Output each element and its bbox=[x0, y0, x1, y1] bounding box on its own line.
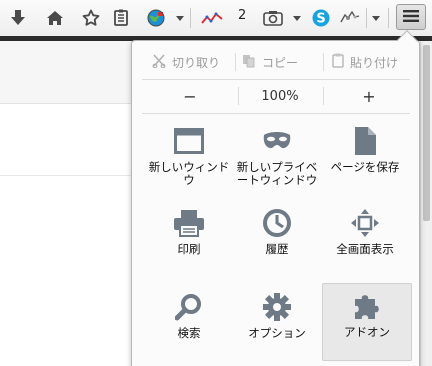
new-window-button[interactable]: 新しいウィンドウ bbox=[145, 119, 233, 195]
open-menu-button[interactable] bbox=[396, 4, 426, 30]
fullscreen-label: 全画面表示 bbox=[336, 243, 394, 256]
globe-addon-dropdown-icon[interactable] bbox=[174, 6, 186, 30]
copy-button[interactable]: コピー bbox=[242, 49, 298, 75]
private-mask-icon bbox=[262, 123, 292, 159]
history-label: 履歴 bbox=[265, 243, 289, 256]
globe-addon-icon[interactable] bbox=[145, 6, 167, 30]
puzzle-icon bbox=[352, 288, 382, 324]
bookmarks-list-icon[interactable] bbox=[111, 6, 131, 30]
search-icon bbox=[175, 289, 203, 325]
paste-label: 貼り付け bbox=[350, 55, 399, 70]
options-button[interactable]: オプション bbox=[233, 285, 321, 361]
find-button[interactable]: 検索 bbox=[145, 285, 233, 361]
camera-dropdown-icon[interactable] bbox=[291, 6, 303, 30]
menu-icon bbox=[403, 8, 419, 27]
save-page-icon bbox=[353, 123, 377, 159]
save-page-label: ページを保存 bbox=[330, 161, 400, 174]
toolbar-separator bbox=[190, 8, 191, 28]
printer-icon bbox=[173, 205, 205, 241]
zoom-out-button[interactable]: − bbox=[142, 83, 238, 109]
home-icon[interactable] bbox=[44, 6, 66, 30]
clock-icon bbox=[262, 205, 292, 241]
camera-icon[interactable] bbox=[262, 6, 284, 30]
new-window-label: 新しいウィンドウ bbox=[148, 161, 230, 187]
toolbar-separator bbox=[388, 8, 389, 28]
fullscreen-button[interactable]: 全画面表示 bbox=[321, 201, 409, 277]
badge-count: 2 bbox=[238, 8, 247, 23]
new-private-window-button[interactable]: 新しいプライベートウィンドウ bbox=[233, 119, 321, 195]
graph-addon-icon[interactable] bbox=[200, 6, 224, 30]
scrollbar-thumb[interactable] bbox=[423, 45, 430, 221]
paste-clipboard-icon bbox=[332, 53, 344, 71]
paste-button[interactable]: 貼り付け bbox=[332, 49, 398, 75]
scissors-icon bbox=[152, 53, 166, 71]
save-page-button[interactable]: ページを保存 bbox=[321, 119, 409, 195]
navigation-toolbar: 2 S bbox=[0, 0, 432, 36]
cut-label: 切り取り bbox=[172, 55, 221, 70]
history-button[interactable]: 履歴 bbox=[233, 201, 321, 277]
find-label: 検索 bbox=[177, 327, 201, 340]
new-private-window-label: 新しいプライベートウィンドウ bbox=[236, 161, 318, 187]
zoom-reset-button[interactable]: 100% bbox=[238, 83, 322, 109]
zoom-controls: − 100% + bbox=[132, 83, 419, 109]
panel-divider bbox=[142, 113, 410, 114]
page-divider bbox=[0, 175, 136, 176]
skype-icon[interactable]: S bbox=[310, 6, 332, 30]
copy-label: コピー bbox=[262, 55, 299, 70]
gear-icon bbox=[262, 289, 292, 325]
fullscreen-icon bbox=[350, 205, 380, 241]
print-label: 印刷 bbox=[177, 243, 201, 256]
page-header-band bbox=[0, 41, 136, 103]
cut-button[interactable]: 切り取り bbox=[152, 49, 220, 75]
overflow-dropdown-icon[interactable] bbox=[370, 6, 382, 30]
addons-button[interactable]: アドオン bbox=[322, 283, 412, 361]
copy-icon bbox=[242, 54, 256, 71]
new-window-icon bbox=[174, 123, 204, 159]
options-label: オプション bbox=[248, 327, 306, 340]
zoom-in-button[interactable]: + bbox=[324, 83, 414, 109]
toolbar-separator bbox=[366, 8, 367, 28]
page-divider bbox=[0, 103, 136, 104]
edit-separator bbox=[323, 53, 324, 71]
puzzle-addon-icon[interactable] bbox=[338, 6, 362, 30]
edit-separator bbox=[235, 53, 236, 71]
panel-divider bbox=[142, 79, 410, 80]
main-menu-panel: 切り取り コピー 貼り付け − 100% + 新しいウィンドウ 新しいプライベー… bbox=[131, 40, 420, 366]
print-button[interactable]: 印刷 bbox=[145, 201, 233, 277]
bookmark-star-icon[interactable] bbox=[80, 6, 102, 30]
svg-text:S: S bbox=[316, 12, 325, 27]
download-icon[interactable] bbox=[8, 6, 28, 30]
addons-label: アドオン bbox=[344, 326, 390, 339]
edit-controls: 切り取り コピー 貼り付け bbox=[132, 49, 419, 75]
